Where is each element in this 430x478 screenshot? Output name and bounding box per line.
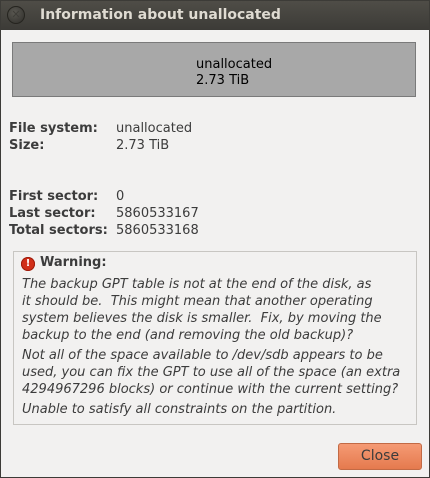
- total-sectors-value: 5860533168: [116, 223, 199, 238]
- close-button[interactable]: Close: [338, 443, 422, 470]
- first-sector-value: 0: [116, 189, 125, 204]
- window-close-icon[interactable]: ✕: [7, 6, 25, 24]
- partition-size: 2.73 TiB: [196, 73, 250, 88]
- size-label: Size:: [9, 138, 45, 153]
- last-sector-value: 5860533167: [116, 206, 199, 221]
- partition-name: unallocated: [196, 57, 273, 72]
- last-sector-label: Last sector:: [9, 206, 96, 221]
- warning-panel: ! Warning: The backup GPT table is not a…: [13, 251, 417, 425]
- warning-message-unused-space: Not all of the space available to /dev/s…: [22, 348, 401, 397]
- window-title: Information about unallocated: [40, 7, 281, 23]
- info-dialog: ✕ Information about unallocated unalloca…: [0, 0, 430, 478]
- warning-title: Warning:: [40, 255, 107, 270]
- first-sector-label: First sector:: [9, 189, 99, 204]
- file-system-label: File system:: [9, 121, 98, 136]
- size-value: 2.73 TiB: [116, 138, 170, 153]
- total-sectors-label: Total sectors:: [9, 223, 108, 238]
- warning-message-constraints: Unable to satisfy all constraints on the…: [22, 402, 337, 417]
- partition-graphic: unallocated 2.73 TiB: [12, 42, 416, 97]
- error-icon: !: [21, 257, 35, 271]
- file-system-value: unallocated: [116, 121, 193, 136]
- warning-message-backup-gpt: The backup GPT table is not at the end o…: [22, 277, 382, 343]
- title-bar: ✕ Information about unallocated: [1, 1, 429, 30]
